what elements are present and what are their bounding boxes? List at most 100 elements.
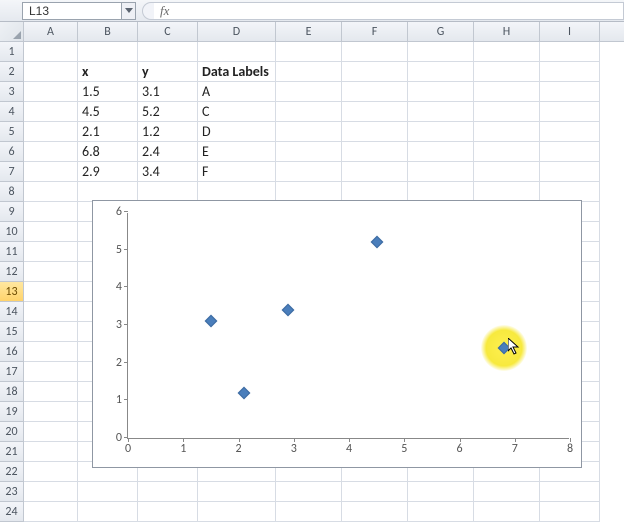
row-header[interactable]: 7 bbox=[0, 162, 24, 182]
cell[interactable] bbox=[198, 482, 276, 502]
cell[interactable] bbox=[24, 262, 78, 282]
formula-input[interactable] bbox=[175, 2, 624, 20]
row-header[interactable]: 22 bbox=[0, 462, 24, 482]
cell[interactable] bbox=[474, 82, 540, 102]
cell[interactable] bbox=[24, 42, 78, 62]
row-header[interactable]: 2 bbox=[0, 62, 24, 82]
row-header[interactable]: 8 bbox=[0, 182, 24, 202]
row-header[interactable]: 9 bbox=[0, 202, 24, 222]
cell[interactable] bbox=[78, 182, 138, 202]
cell[interactable]: 1.2 bbox=[138, 122, 198, 142]
cell[interactable]: 3.1 bbox=[138, 82, 198, 102]
cell[interactable] bbox=[78, 482, 138, 502]
cell[interactable] bbox=[24, 222, 78, 242]
cell[interactable] bbox=[474, 42, 540, 62]
cell[interactable] bbox=[408, 102, 474, 122]
cell[interactable] bbox=[24, 302, 78, 322]
row-header[interactable]: 17 bbox=[0, 362, 24, 382]
cell[interactable] bbox=[24, 342, 78, 362]
cell[interactable] bbox=[198, 502, 276, 522]
cell[interactable] bbox=[540, 102, 600, 122]
col-header[interactable]: B bbox=[78, 22, 138, 41]
cell[interactable] bbox=[342, 162, 408, 182]
cell[interactable] bbox=[342, 82, 408, 102]
cell[interactable] bbox=[276, 162, 342, 182]
cell[interactable] bbox=[540, 142, 600, 162]
row-header[interactable]: 15 bbox=[0, 322, 24, 342]
row-header[interactable]: 11 bbox=[0, 242, 24, 262]
cell[interactable] bbox=[540, 42, 600, 62]
cell[interactable] bbox=[408, 42, 474, 62]
row-header[interactable]: 24 bbox=[0, 502, 24, 522]
cell[interactable] bbox=[276, 122, 342, 142]
data-point[interactable] bbox=[497, 341, 510, 354]
col-header[interactable]: F bbox=[342, 22, 408, 41]
cell[interactable] bbox=[276, 502, 342, 522]
cell[interactable]: 2.9 bbox=[78, 162, 138, 182]
cell[interactable] bbox=[24, 482, 78, 502]
data-point[interactable] bbox=[238, 386, 251, 399]
row-header[interactable]: 12 bbox=[0, 262, 24, 282]
cell[interactable] bbox=[24, 362, 78, 382]
row-header[interactable]: 16 bbox=[0, 342, 24, 362]
cell[interactable] bbox=[540, 182, 600, 202]
name-box[interactable]: L13 bbox=[22, 2, 122, 20]
plot-area[interactable]: 0123456012345678 bbox=[127, 213, 569, 439]
cell[interactable] bbox=[474, 122, 540, 142]
cell[interactable] bbox=[408, 62, 474, 82]
col-header[interactable]: A bbox=[24, 22, 78, 41]
cell[interactable] bbox=[408, 482, 474, 502]
cell[interactable] bbox=[24, 422, 78, 442]
cell[interactable] bbox=[540, 482, 600, 502]
select-all-corner[interactable] bbox=[0, 22, 24, 41]
cell[interactable] bbox=[276, 82, 342, 102]
cell[interactable] bbox=[24, 142, 78, 162]
cell[interactable] bbox=[24, 162, 78, 182]
cell[interactable] bbox=[24, 382, 78, 402]
cell[interactable]: 4.5 bbox=[78, 102, 138, 122]
cell[interactable] bbox=[408, 182, 474, 202]
cell[interactable]: A bbox=[198, 82, 276, 102]
cell[interactable] bbox=[24, 462, 78, 482]
cell[interactable] bbox=[24, 202, 78, 222]
row-header[interactable]: 13 bbox=[0, 282, 24, 302]
cell[interactable] bbox=[342, 502, 408, 522]
cell[interactable] bbox=[474, 482, 540, 502]
cell[interactable] bbox=[276, 42, 342, 62]
cell[interactable] bbox=[408, 82, 474, 102]
row-header[interactable]: 3 bbox=[0, 82, 24, 102]
cell[interactable] bbox=[342, 102, 408, 122]
cell[interactable] bbox=[276, 102, 342, 122]
cell[interactable] bbox=[276, 482, 342, 502]
cell[interactable] bbox=[24, 442, 78, 462]
cell[interactable] bbox=[474, 102, 540, 122]
cell[interactable] bbox=[474, 502, 540, 522]
cell[interactable] bbox=[342, 42, 408, 62]
col-header[interactable]: I bbox=[540, 22, 600, 41]
cell[interactable] bbox=[138, 502, 198, 522]
cell[interactable] bbox=[24, 182, 78, 202]
cell[interactable] bbox=[24, 82, 78, 102]
cell[interactable]: 1.5 bbox=[78, 82, 138, 102]
col-header[interactable]: C bbox=[138, 22, 198, 41]
cell[interactable] bbox=[24, 122, 78, 142]
cell[interactable] bbox=[342, 62, 408, 82]
cell[interactable] bbox=[24, 242, 78, 262]
row-header[interactable]: 10 bbox=[0, 222, 24, 242]
cell[interactable] bbox=[276, 142, 342, 162]
embedded-chart[interactable]: 0123456012345678 bbox=[92, 200, 582, 468]
cell[interactable] bbox=[138, 42, 198, 62]
cell[interactable]: 3.4 bbox=[138, 162, 198, 182]
col-header[interactable]: G bbox=[408, 22, 474, 41]
cell[interactable] bbox=[276, 62, 342, 82]
cell[interactable] bbox=[24, 502, 78, 522]
cell[interactable] bbox=[474, 182, 540, 202]
row-header[interactable]: 19 bbox=[0, 402, 24, 422]
cell[interactable] bbox=[138, 482, 198, 502]
cell[interactable] bbox=[408, 162, 474, 182]
row-header[interactable]: 21 bbox=[0, 442, 24, 462]
row-header[interactable]: 6 bbox=[0, 142, 24, 162]
cell[interactable] bbox=[408, 122, 474, 142]
cell[interactable]: 2.1 bbox=[78, 122, 138, 142]
cell[interactable] bbox=[342, 122, 408, 142]
